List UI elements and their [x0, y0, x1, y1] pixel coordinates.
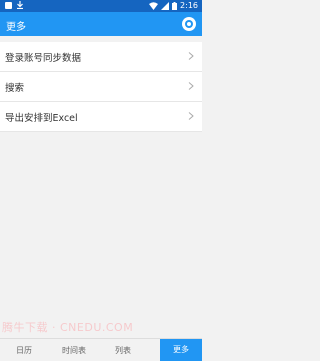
wifi-icon [149, 1, 159, 10]
chevron-right-icon [188, 52, 194, 60]
battery-icon [172, 1, 178, 10]
image-icon [5, 1, 12, 9]
menu-item-label: 登录账号同步数据 [5, 53, 82, 64]
tab-timetable[interactable]: 时间表 [52, 345, 96, 356]
status-time: 2:16 [180, 1, 198, 10]
menu-item-search[interactable]: 搜索 [0, 72, 202, 102]
chevron-right-icon [188, 112, 194, 120]
tab-more[interactable]: 更多 [160, 339, 202, 361]
tab-calendar[interactable]: 日历 [0, 345, 48, 356]
bottom-tab-bar: 日历 时间表 列表 更多 [0, 338, 202, 361]
chevron-right-icon [188, 82, 194, 90]
menu-item-login-sync[interactable]: 登录账号同步数据 [0, 42, 202, 72]
signal-icon [161, 1, 170, 10]
app-bar: 更多 [0, 12, 202, 36]
menu-list: 登录账号同步数据 搜索 导出安排到Excel [0, 42, 202, 132]
gear-icon[interactable] [182, 17, 196, 31]
menu-item-label: 导出安排到Excel [5, 113, 78, 124]
status-bar: 2:16 [0, 0, 202, 12]
page-title: 更多 [6, 22, 26, 33]
menu-item-label: 搜索 [5, 83, 25, 94]
tab-list[interactable]: 列表 [102, 345, 144, 356]
download-icon [16, 1, 24, 10]
menu-item-export-excel[interactable]: 导出安排到Excel [0, 102, 202, 132]
watermark: 腾牛下载 · CNEDU.COM [2, 321, 134, 334]
